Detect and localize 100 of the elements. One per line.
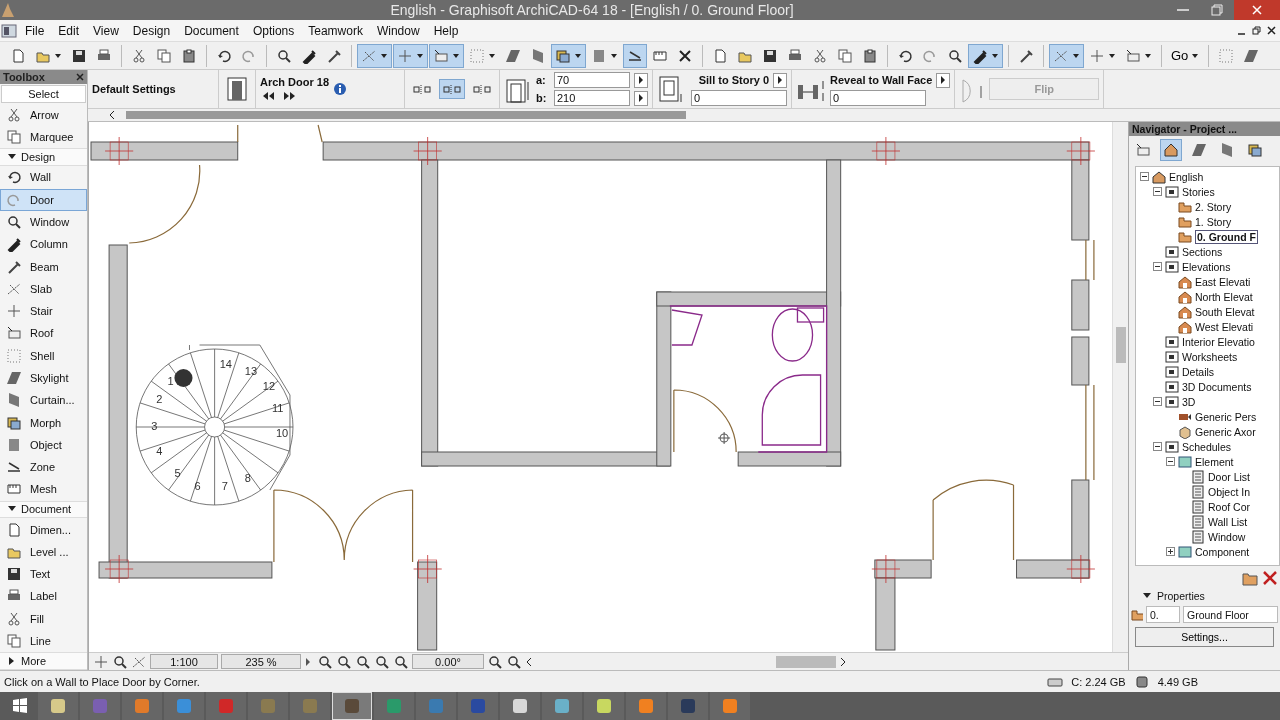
toolbox-tool[interactable]: Stair bbox=[0, 299, 87, 323]
toolbox-tool[interactable]: Label bbox=[0, 585, 87, 608]
tree-item[interactable]: Schedules bbox=[1182, 440, 1232, 453]
reveal-field[interactable]: 0 bbox=[830, 89, 926, 106]
stepper-button[interactable] bbox=[634, 72, 648, 88]
dimension-field[interactable]: 70 bbox=[554, 72, 630, 88]
expand-toggle-icon[interactable] bbox=[1166, 547, 1175, 556]
toolbox-tool[interactable]: Marquee bbox=[0, 126, 87, 149]
tree-item[interactable]: Worksheets bbox=[1182, 350, 1238, 363]
tree-item[interactable]: Element bbox=[1195, 455, 1234, 468]
tree-item[interactable]: Generic Axor bbox=[1195, 425, 1256, 438]
taskbar-app[interactable] bbox=[584, 692, 624, 720]
menu-item[interactable]: Options bbox=[245, 23, 302, 38]
tree-item[interactable]: Wall List bbox=[1208, 515, 1248, 528]
toolbox-tool[interactable]: Slab bbox=[0, 277, 87, 300]
scroll-left-icon[interactable] bbox=[525, 656, 533, 667]
toolbox-tool[interactable]: Door bbox=[0, 188, 87, 211]
dimension-field[interactable]: 210 bbox=[554, 90, 630, 106]
settings-button[interactable]: Settings... bbox=[1135, 627, 1274, 647]
navigator-tab-icon[interactable] bbox=[1247, 142, 1263, 158]
scroll-left-icon[interactable] bbox=[108, 110, 116, 120]
toolbar-button[interactable] bbox=[968, 43, 1003, 68]
scale-field[interactable]: 1:100 bbox=[150, 654, 218, 669]
vertical-scrollbar[interactable] bbox=[1112, 122, 1128, 652]
sill-field[interactable]: 0 bbox=[691, 89, 787, 106]
delete-icon[interactable] bbox=[1262, 570, 1278, 586]
tree-item[interactable]: Object In bbox=[1208, 485, 1251, 498]
toolbox-tool[interactable]: Line bbox=[0, 629, 87, 653]
toolbox-tool[interactable]: Skylight bbox=[0, 366, 87, 390]
taskbar-app[interactable] bbox=[38, 692, 78, 720]
toolbox-tool[interactable]: Level ... bbox=[0, 540, 87, 563]
toolbox-tool[interactable]: Zone bbox=[0, 455, 87, 479]
tree-item[interactable]: Window bbox=[1208, 530, 1246, 543]
menu-item[interactable]: Window bbox=[369, 23, 427, 38]
menu-item[interactable]: Help bbox=[426, 23, 466, 38]
tree-item[interactable]: 1. Story bbox=[1195, 215, 1232, 228]
navigator-tab-icon[interactable] bbox=[1219, 142, 1235, 158]
toolbox-tool[interactable]: Wall bbox=[0, 166, 87, 189]
scrollbar-thumb[interactable] bbox=[126, 111, 686, 119]
taskbar-app[interactable] bbox=[332, 692, 372, 720]
tree-item[interactable]: Elevations bbox=[1182, 260, 1231, 273]
expand-toggle-icon[interactable] bbox=[1140, 172, 1149, 181]
navigator-tab-icon[interactable] bbox=[1191, 142, 1207, 158]
menu-item[interactable]: Document bbox=[177, 23, 246, 38]
toolbox-tool[interactable]: Shell bbox=[0, 344, 87, 367]
scrollbar-thumb[interactable] bbox=[776, 655, 836, 668]
menu-item[interactable]: View bbox=[86, 23, 126, 38]
toolbox-tool[interactable]: Curtain... bbox=[0, 389, 87, 412]
menu-item[interactable]: Design bbox=[125, 23, 178, 38]
toolbox-section[interactable]: More bbox=[0, 652, 87, 670]
toolbar-button[interactable] bbox=[551, 43, 586, 68]
tree-item[interactable]: East Elevati bbox=[1195, 275, 1251, 288]
toolbox-tool[interactable]: Morph bbox=[0, 411, 87, 434]
disclosure-icon[interactable] bbox=[1143, 592, 1151, 600]
toolbox-tool[interactable]: Text bbox=[0, 562, 87, 586]
new-folder-icon[interactable] bbox=[1242, 570, 1258, 586]
tree-item[interactable]: Sections bbox=[1182, 245, 1223, 258]
toolbar-button[interactable]: Go bbox=[1167, 43, 1204, 68]
stepper-button[interactable] bbox=[773, 72, 787, 88]
story-number-field[interactable]: 0. bbox=[1146, 606, 1180, 623]
close-icon[interactable] bbox=[1267, 26, 1276, 35]
tree-item[interactable]: English bbox=[1169, 170, 1204, 183]
menu-item[interactable]: File bbox=[18, 23, 52, 38]
toolbox-section[interactable]: Design bbox=[0, 148, 87, 167]
house-icon[interactable] bbox=[1163, 142, 1179, 158]
info-icon[interactable] bbox=[333, 82, 348, 96]
toolbox-tool[interactable]: Roof bbox=[0, 322, 87, 345]
toolbox-section[interactable]: Document bbox=[0, 500, 87, 519]
expand-toggle-icon[interactable] bbox=[1153, 442, 1162, 451]
tree-item[interactable]: North Elevat bbox=[1195, 290, 1253, 303]
angle-field[interactable]: 0.00° bbox=[412, 654, 484, 669]
toolbox-tool[interactable]: Window bbox=[0, 210, 87, 234]
expand-toggle-icon[interactable] bbox=[1166, 457, 1175, 466]
toolbox-tool[interactable]: Dimen... bbox=[0, 518, 87, 541]
expand-toggle-icon[interactable] bbox=[1153, 187, 1162, 196]
stepper-button[interactable] bbox=[936, 72, 951, 88]
toolbox-tool[interactable]: Column bbox=[0, 233, 87, 256]
tree-item[interactable]: Stories bbox=[1182, 185, 1215, 198]
tree-item[interactable]: 3D Documents bbox=[1182, 380, 1252, 393]
tree-item[interactable]: Roof Cor bbox=[1208, 500, 1250, 513]
toolbox-tool[interactable]: Arrow bbox=[0, 103, 87, 127]
tree-item[interactable]: 0. Ground F bbox=[1195, 229, 1258, 244]
tree-item[interactable]: 2. Story bbox=[1195, 200, 1232, 213]
tree-item[interactable]: West Elevati bbox=[1195, 320, 1254, 333]
tree-item[interactable]: Generic Pers bbox=[1195, 410, 1257, 423]
stepper-button[interactable] bbox=[634, 90, 648, 106]
toolbox-tool[interactable]: Mesh bbox=[0, 478, 87, 501]
expand-toggle-icon[interactable] bbox=[1153, 262, 1162, 271]
tree-item[interactable]: Component bbox=[1195, 545, 1250, 558]
menu-item[interactable]: Edit bbox=[51, 23, 87, 38]
anchor-point-option[interactable] bbox=[439, 79, 465, 99]
restore-icon[interactable] bbox=[1252, 26, 1261, 35]
zoom-field[interactable]: 235 % bbox=[221, 654, 301, 669]
taskbar-app[interactable] bbox=[500, 692, 540, 720]
toolbox-tool[interactable]: Beam bbox=[0, 255, 87, 278]
tree-item[interactable]: South Elevat bbox=[1195, 305, 1255, 318]
scrollbar-thumb[interactable] bbox=[1116, 327, 1126, 363]
tree-item[interactable]: Door List bbox=[1208, 470, 1250, 483]
menu-item[interactable]: Teamwork bbox=[301, 23, 370, 38]
tree-item[interactable]: Details bbox=[1182, 365, 1215, 378]
